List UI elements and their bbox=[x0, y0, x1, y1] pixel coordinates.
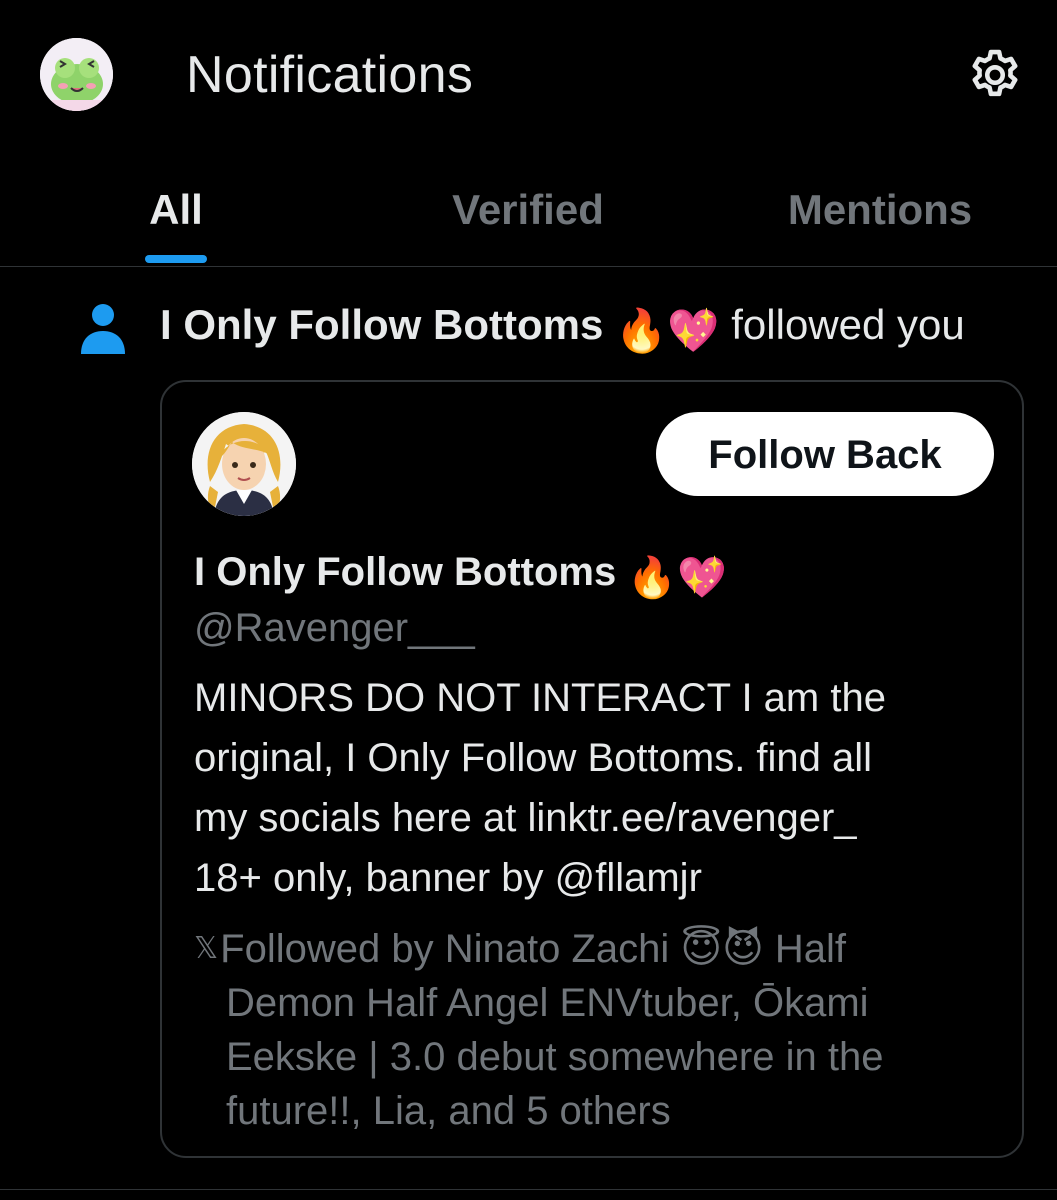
x-logo-icon: 𝕏 bbox=[194, 932, 219, 965]
person-icon bbox=[81, 304, 125, 354]
fire-sparkle-heart-emoji: 🔥💖 bbox=[615, 307, 720, 354]
header: Notifications bbox=[0, 0, 1057, 150]
followed-by-line: future!!, Lia, and 5 others bbox=[226, 1089, 671, 1133]
bio-line: 18+ only, banner by @fllamjr bbox=[194, 856, 702, 900]
blonde-character-avatar-icon bbox=[192, 412, 296, 516]
fire-sparkle-heart-emoji: 🔥💖 bbox=[627, 556, 727, 600]
tab-mentions-label: Mentions bbox=[787, 186, 973, 233]
tab-all[interactable]: All bbox=[114, 150, 238, 266]
followed-by-line: Demon Half Angel ENVtuber, Ōkami bbox=[226, 981, 869, 1025]
follow-back-button[interactable]: Follow Back bbox=[656, 412, 994, 496]
tab-verified[interactable]: Verified bbox=[418, 150, 638, 266]
settings-button[interactable] bbox=[962, 42, 1028, 108]
card-user-name-text: I Only Follow Bottoms bbox=[194, 550, 617, 594]
profile-avatar[interactable] bbox=[40, 38, 113, 111]
notification-text: I Only Follow Bottoms 🔥💖 followed you bbox=[160, 297, 1040, 359]
card-user-handle: @Ravenger___ bbox=[194, 606, 475, 650]
user-avatar[interactable] bbox=[192, 412, 296, 516]
notification-user-name[interactable]: I Only Follow Bottoms bbox=[160, 301, 603, 348]
gear-icon bbox=[972, 49, 1018, 97]
bio-line: my socials here at linktr.ee/ravenger_ bbox=[194, 796, 857, 840]
notification-tabs: All Verified Mentions bbox=[0, 150, 1057, 267]
bio-line: original, I Only Follow Bottoms. find al… bbox=[194, 736, 873, 780]
bio-line: MINORS DO NOT INTERACT I am the bbox=[194, 676, 886, 720]
card-user-name: I Only Follow Bottoms 🔥💖 bbox=[194, 544, 727, 606]
tab-verified-label: Verified bbox=[452, 186, 604, 233]
tab-all-label: All bbox=[149, 186, 203, 233]
follow-notification[interactable]: I Only Follow Bottoms 🔥💖 followed you Fo… bbox=[0, 267, 1057, 1190]
user-card[interactable]: Follow Back I Only Follow Bottoms 🔥💖 @Ra… bbox=[160, 380, 1024, 1158]
frog-avatar-icon bbox=[40, 38, 113, 111]
followed-by-text[interactable]: 𝕏Followed by Ninato Zachi 😇😈 Half Demon … bbox=[194, 922, 1004, 1138]
followed-by-line: 𝕏Followed by Ninato Zachi 😇😈 Half bbox=[194, 922, 1004, 976]
followed-by-line-text: Followed by Ninato Zachi 😇😈 Half bbox=[220, 927, 847, 971]
active-tab-indicator bbox=[145, 255, 207, 263]
followed-by-line: Eekske | 3.0 debut somewhere in the bbox=[226, 1035, 884, 1079]
page-title: Notifications bbox=[186, 46, 474, 104]
tab-mentions[interactable]: Mentions bbox=[764, 150, 996, 266]
card-bio: MINORS DO NOT INTERACT I am the original… bbox=[194, 668, 886, 908]
notification-action: followed you bbox=[731, 301, 965, 348]
